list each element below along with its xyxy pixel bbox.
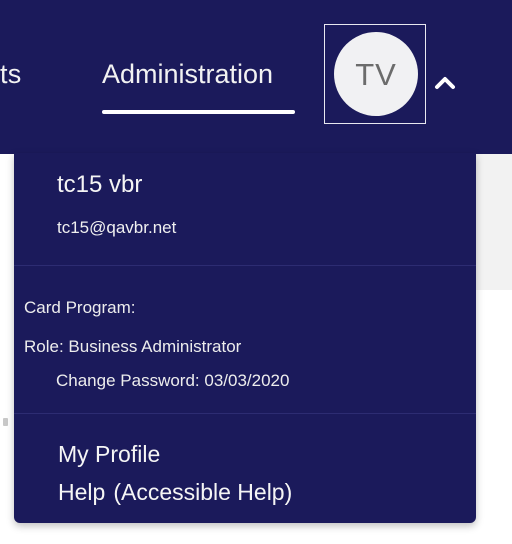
user-name: tc15 vbr (57, 171, 143, 198)
divider (14, 413, 476, 414)
accessible-help-link[interactable]: (Accessible Help) (113, 479, 292, 505)
active-tab-underline (102, 110, 295, 114)
avatar-initials: TV (355, 56, 397, 92)
nav-tab-administration[interactable]: Administration (102, 58, 273, 90)
top-navigation-bar: ts Administration TV (0, 0, 512, 154)
card-program-label: Card Program: (24, 298, 136, 317)
help-link[interactable]: Help (58, 479, 105, 505)
nav-tab-partial[interactable]: ts (0, 58, 21, 90)
page-edge-mark (3, 418, 8, 426)
page-background-strip (476, 154, 512, 290)
user-menu-dropdown: tc15 vbr tc15@qavbr.net Card Program: Ro… (14, 153, 476, 523)
help-row: Help (Accessible Help) (58, 477, 292, 507)
change-password-info: Change Password: 03/03/2020 (56, 371, 290, 390)
avatar-button[interactable]: TV (324, 24, 426, 124)
avatar[interactable]: TV (334, 32, 418, 116)
my-profile-link[interactable]: My Profile (58, 439, 160, 469)
page: ts Administration TV tc15 vbr tc15@qavbr… (0, 0, 512, 544)
divider (14, 265, 476, 266)
role-label: Role: Business Administrator (24, 337, 242, 356)
chevron-up-icon[interactable] (432, 70, 458, 96)
user-email: tc15@qavbr.net (57, 218, 177, 237)
